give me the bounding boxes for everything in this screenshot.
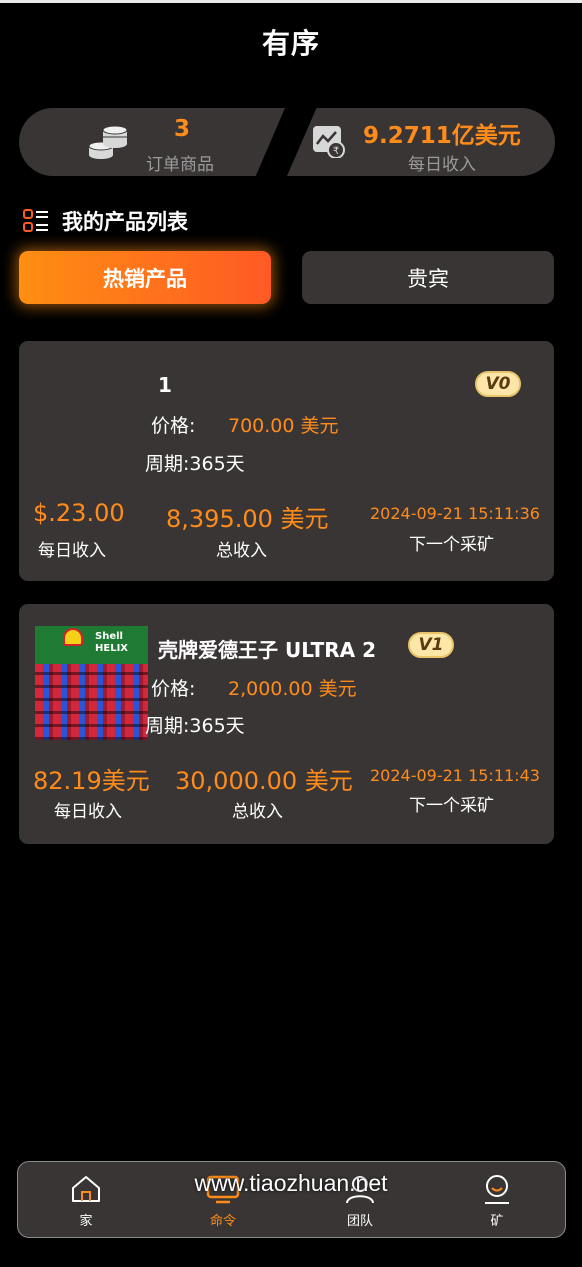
product-card[interactable]: Shell HELIX 壳牌爱德王子 ULTRA 2 V1 价格: 2,000.… bbox=[19, 604, 554, 844]
product-image: Shell HELIX bbox=[35, 626, 148, 740]
next-mining-time: 2024-09-21 15:11:43 bbox=[370, 766, 540, 785]
total-income-label: 总收入 bbox=[232, 802, 283, 822]
watermark-text: www.tiaozhuan.net bbox=[194, 1170, 388, 1196]
total-income-value: 8,395.00 美元 bbox=[166, 505, 329, 533]
svg-text:₹: ₹ bbox=[333, 146, 339, 157]
daily-income-label: 每日收入 bbox=[54, 802, 122, 822]
orders-stat[interactable]: 3 订单商品 bbox=[19, 108, 285, 176]
daily-income-value: 82.19美元 bbox=[33, 767, 150, 795]
product-list-heading: 我的产品列表 bbox=[22, 205, 188, 237]
vip-level-badge: V0 bbox=[475, 371, 521, 397]
list-icon bbox=[23, 209, 48, 232]
price-row: 价格: bbox=[151, 674, 195, 701]
price-row-value: 700.00 美元 bbox=[228, 411, 339, 438]
daily-income-stat[interactable]: ₹ 9.2711亿美元 每日收入 bbox=[287, 108, 555, 176]
orders-count: 3 bbox=[174, 116, 191, 142]
nav-home-label: 家 bbox=[79, 1214, 93, 1229]
nav-mine-label: 矿 bbox=[490, 1214, 504, 1229]
shell-logo-icon bbox=[63, 628, 83, 646]
next-mining-time: 2024-09-21 15:11:36 bbox=[370, 504, 540, 523]
daily-income-value: 9.2711亿美元 bbox=[363, 123, 521, 149]
next-mining-label: 下一个采矿 bbox=[409, 535, 494, 555]
top-border bbox=[0, 0, 582, 3]
daily-income-label: 每日收入 bbox=[38, 541, 106, 561]
period-row: 周期:365天 bbox=[145, 453, 245, 475]
rupee-trend-icon: ₹ bbox=[313, 126, 345, 158]
daily-income-value: $.23.00 bbox=[33, 499, 125, 527]
nav-team-label: 团队 bbox=[346, 1214, 373, 1229]
period-row: 周期:365天 bbox=[145, 715, 245, 737]
price-value: 700.00 美元 bbox=[228, 415, 339, 437]
nav-orders-label: 命令 bbox=[209, 1214, 236, 1229]
product-name: 壳牌爱德王子 ULTRA 2 bbox=[158, 638, 377, 662]
price-label: 价格: bbox=[151, 678, 196, 700]
price-value: 2,000.00 美元 bbox=[228, 678, 357, 700]
product-image-shelf-lines bbox=[35, 664, 148, 740]
total-income-label: 总收入 bbox=[216, 541, 267, 561]
coins-icon bbox=[88, 125, 128, 159]
daily-income-label: 每日收入 bbox=[408, 155, 476, 175]
product-card[interactable]: 1 V0 价格: 700.00 美元 周期:365天 $.23.00 每日收入 … bbox=[19, 341, 554, 581]
price-row-value: 2,000.00 美元 bbox=[228, 674, 357, 701]
product-image-text: Shell HELIX bbox=[95, 631, 129, 654]
product-name: 1 bbox=[158, 373, 172, 397]
total-income-value: 30,000.00 美元 bbox=[175, 767, 353, 795]
product-list-title: 我的产品列表 bbox=[62, 210, 188, 234]
price-label: 价格: bbox=[151, 415, 196, 437]
orders-label: 订单商品 bbox=[146, 155, 214, 175]
tab-vip[interactable]: 贵宾 bbox=[302, 251, 554, 304]
price-row: 价格: bbox=[151, 411, 195, 438]
page-title: 有序 bbox=[261, 27, 320, 60]
tab-hot-products[interactable]: 热销产品 bbox=[19, 251, 271, 304]
vip-level-badge: V1 bbox=[408, 632, 454, 658]
next-mining-label: 下一个采矿 bbox=[409, 796, 494, 816]
stats-bar: 3 订单商品 ₹ 9.2711亿美元 每日收入 bbox=[19, 108, 555, 176]
